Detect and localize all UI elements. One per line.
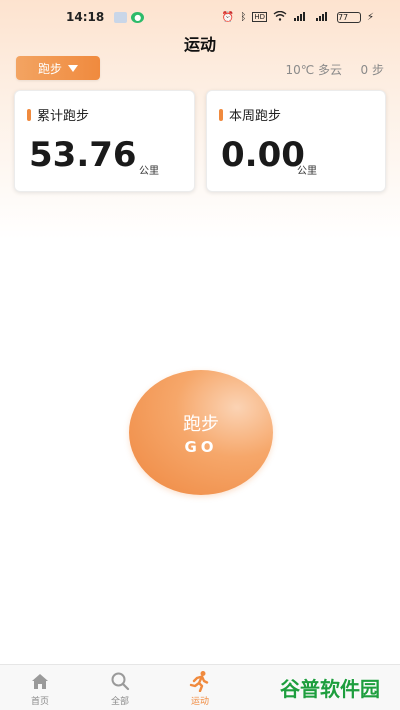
- total-running-card[interactable]: 累计跑步 53.76 公里: [14, 90, 195, 192]
- search-icon: [110, 670, 130, 692]
- nav-label: 首页: [30, 696, 49, 707]
- notification-app-icon: [114, 11, 128, 23]
- total-distance-value: 53.76: [29, 135, 137, 175]
- watermark: 谷普软件园: [280, 676, 380, 701]
- card-label-text: 累计跑步: [37, 109, 90, 124]
- charging-icon: ⚡: [366, 11, 374, 23]
- bluetooth-icon: ᛒ: [240, 11, 247, 23]
- weekly-distance-value: 0.00: [221, 135, 305, 175]
- card-accent-bar: [219, 108, 223, 121]
- nav-item-all[interactable]: 全部: [80, 665, 160, 710]
- wifi-icon: [273, 10, 287, 24]
- distance-unit: 公里: [297, 166, 317, 177]
- running-icon: [189, 670, 211, 692]
- start-run-button[interactable]: 跑步 GO: [129, 370, 273, 495]
- home-icon: [30, 670, 50, 692]
- card-title: 本周跑步: [219, 105, 281, 124]
- sport-type-label: 跑步: [37, 61, 62, 76]
- start-run-go: GO: [184, 437, 218, 456]
- weather-info: 10℃ 多云: [285, 63, 342, 77]
- alarm-icon: ⏰: [221, 11, 235, 23]
- weekly-running-card[interactable]: 本周跑步 0.00 公里: [206, 90, 386, 192]
- hd-icon: HD: [252, 12, 267, 22]
- status-bar: 14:18 ● ⏰ ᛒ HD 77 ⚡: [0, 0, 400, 34]
- battery-icon: 77: [336, 11, 361, 23]
- nav-item-home[interactable]: 首页: [0, 665, 80, 710]
- card-accent-bar: [27, 108, 31, 121]
- distance-unit: 公里: [139, 166, 159, 177]
- status-icons: ⏰ ᛒ HD 77 ⚡: [221, 10, 374, 24]
- start-run-label: 跑步: [183, 413, 219, 435]
- signal-icon: [293, 11, 309, 24]
- notification-app-icon-2: ●: [131, 11, 145, 23]
- signal-icon-2: [315, 11, 331, 24]
- status-time: 14:18: [66, 10, 105, 24]
- step-count: 0 步: [360, 63, 384, 77]
- nav-label: 全部: [110, 696, 129, 707]
- caret-down-icon: [68, 64, 78, 72]
- card-label-text: 本周跑步: [229, 109, 282, 124]
- sport-type-dropdown[interactable]: 跑步: [16, 56, 100, 80]
- page-title: 运动: [183, 35, 216, 54]
- card-title: 累计跑步: [27, 105, 89, 124]
- nav-label: 运动: [190, 696, 209, 707]
- nav-item-sport[interactable]: 运动: [160, 665, 240, 710]
